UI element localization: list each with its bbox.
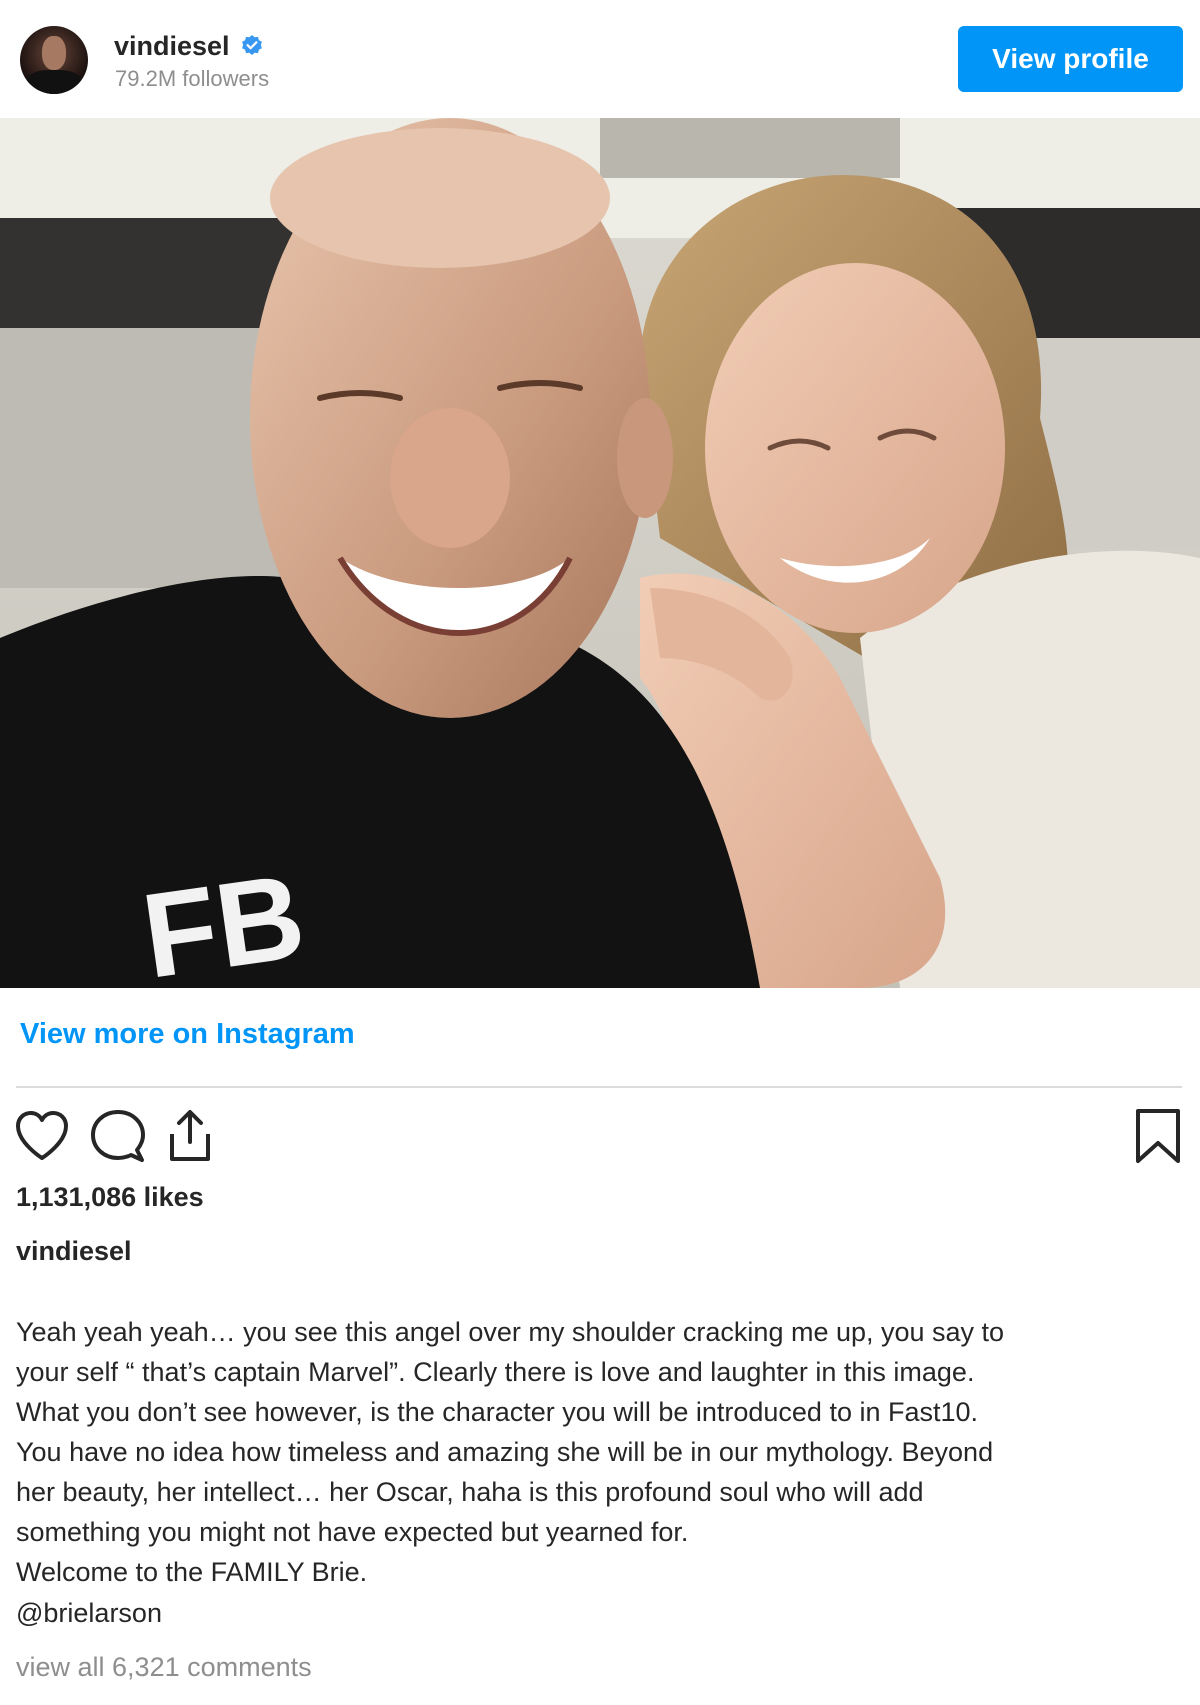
- caption-text: Yeah yeah yeah… you see this angel over …: [16, 1312, 1166, 1592]
- shirt-print: FB: [135, 849, 312, 988]
- heart-icon: [16, 1111, 68, 1160]
- username-row: vindiesel: [114, 28, 264, 64]
- caption-line: What you don’t see however, is the chara…: [16, 1397, 979, 1427]
- view-more-link[interactable]: View more on Instagram: [20, 1018, 355, 1051]
- avatar[interactable]: [20, 26, 88, 94]
- caption-line: You have no idea how timeless and amazin…: [16, 1437, 994, 1467]
- like-button[interactable]: [12, 1106, 72, 1166]
- save-button[interactable]: [1128, 1106, 1188, 1166]
- comment-bubble-icon: [91, 1110, 145, 1162]
- caption-line: Welcome to the FAMILY Brie.: [16, 1557, 368, 1587]
- view-all-comments-link[interactable]: view all 6,321 comments: [16, 1652, 312, 1683]
- caption-username[interactable]: vindiesel: [16, 1236, 132, 1267]
- mention-link[interactable]: @brielarson: [16, 1598, 162, 1629]
- post-photo[interactable]: FB: [0, 118, 1200, 988]
- share-icon: [170, 1110, 210, 1161]
- caption-line: your self “ that’s captain Marvel”. Clea…: [16, 1357, 975, 1387]
- caption-line: something you might not have expected bu…: [16, 1517, 689, 1547]
- avatar-face: [42, 36, 66, 70]
- avatar-shirt: [26, 70, 82, 94]
- divider: [16, 1086, 1182, 1088]
- view-profile-button[interactable]: View profile: [958, 26, 1183, 92]
- comment-button[interactable]: [88, 1106, 148, 1166]
- username[interactable]: vindiesel: [114, 31, 230, 62]
- photo-illustration: FB: [0, 118, 1200, 988]
- verified-badge-icon: [240, 34, 264, 58]
- followers-count: 79.2M followers: [115, 66, 270, 91]
- bookmark-icon: [1136, 1109, 1180, 1163]
- post-header: vindiesel 79.2M followers View profile: [0, 0, 1200, 118]
- likes-count[interactable]: 1,131,086 likes: [16, 1182, 204, 1213]
- share-button[interactable]: [160, 1106, 220, 1166]
- caption-line: Yeah yeah yeah… you see this angel over …: [16, 1317, 1005, 1347]
- caption-line: her beauty, her intellect… her Oscar, ha…: [16, 1477, 924, 1507]
